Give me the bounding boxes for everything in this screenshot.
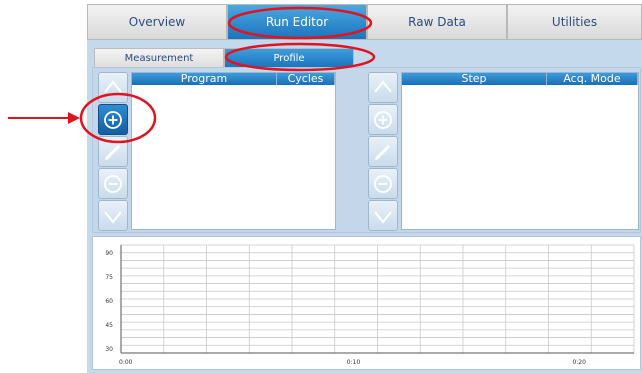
tab-run-editor[interactable]: Run Editor <box>227 4 367 40</box>
plus-circle-icon <box>374 110 392 129</box>
app-window: Overview Run Editor Raw Data Utilities M… <box>87 4 642 373</box>
chart-x-tick-label: 0:00 <box>119 359 133 366</box>
tab-utilities[interactable]: Utilities <box>507 4 642 40</box>
program-add-button[interactable] <box>98 104 128 135</box>
tab-profile[interactable]: Profile <box>224 48 354 68</box>
minus-circle-icon <box>104 174 122 193</box>
program-move-down-button[interactable] <box>98 200 128 231</box>
minus-circle-icon <box>374 174 392 193</box>
program-table[interactable]: Program Cycles <box>131 72 336 230</box>
pencil-icon <box>105 144 121 160</box>
program-remove-button[interactable] <box>98 168 128 199</box>
profile-chart-svg: 90 75 60 45 30 0:00 0:10 0:20 <box>105 244 635 366</box>
step-move-down-button[interactable] <box>368 200 398 231</box>
chevron-down-icon <box>104 210 122 224</box>
column-header-program[interactable]: Program <box>132 73 277 85</box>
main-tab-bar: Overview Run Editor Raw Data Utilities <box>87 4 642 40</box>
chart-y-tick-label: 75 <box>105 274 113 281</box>
program-table-header: Program Cycles <box>132 73 335 85</box>
profile-chart: 90 75 60 45 30 0:00 0:10 0:20 <box>92 236 641 370</box>
step-edit-button[interactable] <box>368 136 398 167</box>
program-move-up-button[interactable] <box>98 72 128 103</box>
chart-y-tick-label: 30 <box>105 346 113 353</box>
step-table-header: Step Acq. Mode <box>402 73 638 85</box>
annotation-arrow-head <box>68 112 80 124</box>
tab-raw-data[interactable]: Raw Data <box>367 4 507 40</box>
plus-circle-icon <box>104 110 122 129</box>
column-header-cycles[interactable]: Cycles <box>277 73 335 85</box>
profile-editor-panel: Program Cycles Step Acq. Mode <box>92 67 641 233</box>
column-header-acq-mode[interactable]: Acq. Mode <box>547 73 638 85</box>
tab-overview[interactable]: Overview <box>87 4 227 40</box>
step-remove-button[interactable] <box>368 168 398 199</box>
chevron-down-icon <box>374 210 392 224</box>
step-table[interactable]: Step Acq. Mode <box>401 72 639 230</box>
column-header-step[interactable]: Step <box>402 73 547 85</box>
chart-x-tick-label: 0:20 <box>572 359 586 366</box>
sub-tab-bar: Measurement Profile <box>94 48 354 68</box>
chart-x-tick-label: 0:10 <box>347 359 361 366</box>
pencil-icon <box>375 144 391 160</box>
tab-measurement[interactable]: Measurement <box>94 48 224 68</box>
program-edit-button[interactable] <box>98 136 128 167</box>
step-move-up-button[interactable] <box>368 72 398 103</box>
chevron-up-icon <box>104 79 122 93</box>
chart-y-tick-label: 90 <box>105 250 113 257</box>
chevron-up-icon <box>374 79 392 93</box>
chart-y-tick-label: 45 <box>105 322 113 329</box>
step-add-button[interactable] <box>368 104 398 135</box>
chart-y-tick-label: 60 <box>105 298 113 305</box>
